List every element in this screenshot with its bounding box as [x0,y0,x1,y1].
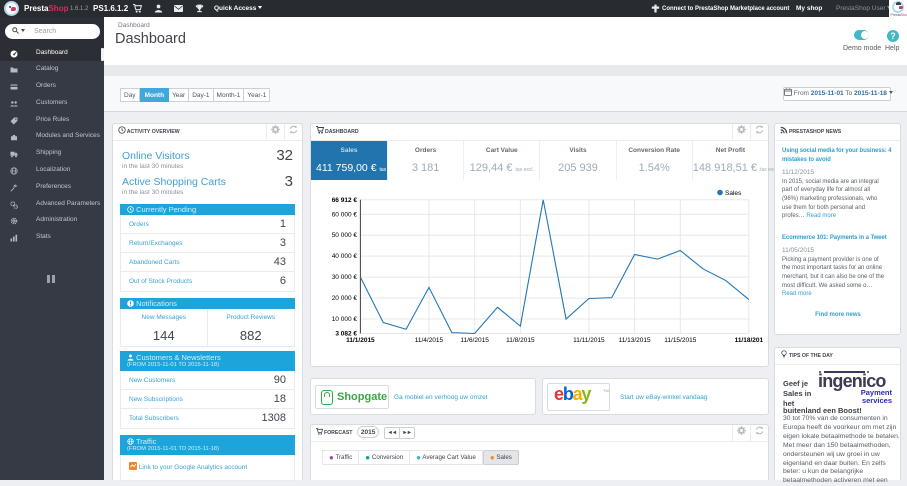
svg-text:50 000 €: 50 000 € [332,232,358,239]
svg-text:11/1/2015: 11/1/2015 [346,337,375,344]
svg-text:11/8/2015: 11/8/2015 [506,337,535,344]
svg-text:11/4/2015: 11/4/2015 [415,337,444,344]
svg-text:Sales: Sales [725,190,742,197]
svg-text:10 000 €: 10 000 € [332,316,358,323]
svg-text:66 912 €: 66 912 € [332,197,358,204]
svg-text:11/18/201: 11/18/201 [735,337,764,344]
svg-text:40 000 €: 40 000 € [332,253,358,260]
svg-text:60 000 €: 60 000 € [332,211,358,218]
svg-text:11/15/2015: 11/15/2015 [664,337,696,344]
svg-text:11/11/2015: 11/11/2015 [573,337,605,344]
svg-text:11/6/2015: 11/6/2015 [460,337,489,344]
svg-text:11/13/2015: 11/13/2015 [619,337,651,344]
svg-text:30 000 €: 30 000 € [332,274,358,281]
svg-text:20 000 €: 20 000 € [332,295,358,302]
